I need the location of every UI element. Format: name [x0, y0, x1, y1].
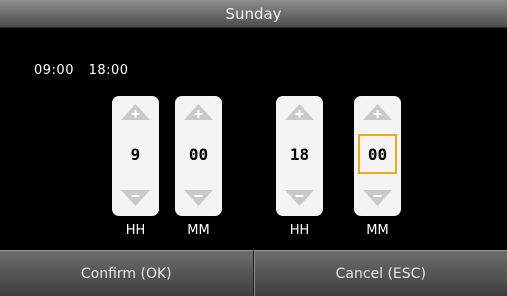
end-hour-value[interactable]: 18	[280, 134, 319, 174]
end-minute-spinner: 00	[354, 96, 401, 216]
title-bar: Sunday	[0, 0, 507, 28]
increment-arrow-icon[interactable]	[361, 102, 394, 122]
confirm-button[interactable]: Confirm (OK)	[0, 250, 254, 296]
decrement-arrow-icon[interactable]	[283, 188, 316, 208]
start-hour-unit-label: HH	[112, 223, 159, 238]
decrement-arrow-icon[interactable]	[119, 188, 152, 208]
end-hour-spinner: 18	[276, 96, 323, 216]
title-text: Sunday	[225, 5, 281, 23]
increment-arrow-icon[interactable]	[283, 102, 316, 122]
increment-arrow-icon[interactable]	[119, 102, 152, 122]
time-editor-screen: Sunday 09:00 18:00 9 HH 00 MM 18	[0, 0, 507, 295]
decrement-arrow-icon[interactable]	[182, 188, 215, 208]
start-time-text: 09:00	[34, 63, 74, 78]
end-hour-unit-label: HH	[276, 223, 323, 238]
start-hour-value[interactable]: 9	[116, 134, 155, 174]
end-minute-unit-label: MM	[354, 223, 401, 238]
end-minute-value[interactable]: 00	[358, 134, 397, 174]
confirm-button-label: Confirm (OK)	[81, 266, 172, 282]
time-range-summary: 09:00 18:00	[34, 63, 139, 78]
cancel-button[interactable]: Cancel (ESC)	[254, 250, 507, 296]
button-bar: Confirm (OK) Cancel (ESC)	[0, 250, 507, 295]
start-minute-value[interactable]: 00	[179, 134, 218, 174]
start-minute-unit-label: MM	[175, 223, 222, 238]
increment-arrow-icon[interactable]	[182, 102, 215, 122]
decrement-arrow-icon[interactable]	[361, 188, 394, 208]
start-hour-spinner: 9	[112, 96, 159, 216]
start-minute-spinner: 00	[175, 96, 222, 216]
end-time-text: 18:00	[89, 63, 129, 78]
cancel-button-label: Cancel (ESC)	[336, 266, 426, 282]
